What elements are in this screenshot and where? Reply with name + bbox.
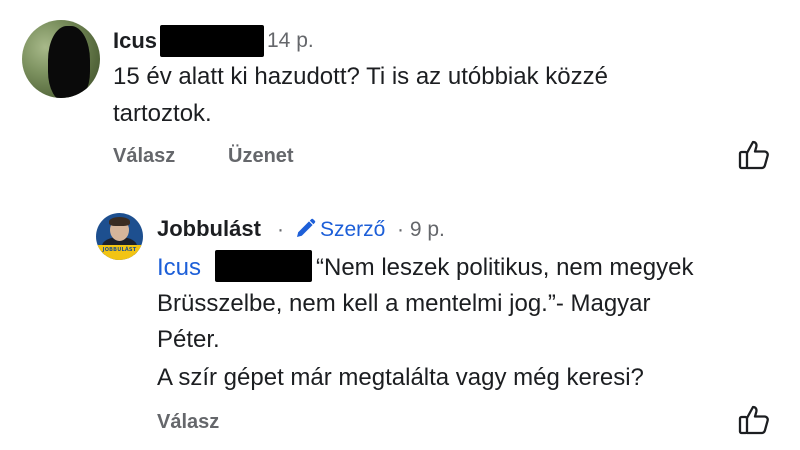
redacted-mention-surname bbox=[215, 250, 312, 282]
reply-button[interactable]: Válasz bbox=[113, 144, 175, 168]
reply-text-line-4: A szír gépet már megtalálta vagy még ker… bbox=[157, 364, 644, 391]
mention-link[interactable]: Icus bbox=[157, 250, 201, 285]
reply-reply-button[interactable]: Válasz bbox=[157, 410, 219, 434]
author-badge: Szerző bbox=[320, 218, 386, 241]
reply-separator: · bbox=[277, 218, 284, 241]
commenter-avatar[interactable] bbox=[22, 20, 100, 98]
comment-author-name[interactable]: Icus bbox=[113, 28, 157, 54]
comment-timestamp[interactable]: 14 p. bbox=[267, 28, 314, 54]
redacted-face bbox=[48, 26, 90, 98]
message-button[interactable]: Üzenet bbox=[228, 144, 294, 168]
reply-author-name[interactable]: Jobbulást bbox=[157, 216, 261, 242]
redacted-surname bbox=[160, 25, 264, 57]
reply-timestamp[interactable]: · 9 p. bbox=[397, 217, 445, 243]
like-icon[interactable] bbox=[737, 403, 771, 437]
reply-text-line-2: Brüsszelbe, nem kell a mentelmi jog.”- M… bbox=[157, 290, 651, 317]
comment-text-line-1: 15 év alatt ki hazudott? Ti is az utóbbi… bbox=[113, 63, 608, 90]
avatar-hair bbox=[109, 217, 130, 226]
reply-text-line-1: “Nem leszek politikus, nem megyek bbox=[316, 254, 694, 281]
pencil-icon bbox=[294, 218, 316, 240]
author-avatar[interactable]: JOBBULÁST bbox=[96, 213, 143, 260]
comment-text-line-2: tartoztok. bbox=[113, 100, 212, 127]
avatar-logo-text: JOBBULÁST bbox=[96, 245, 143, 260]
reply-text-line-3: Péter. bbox=[157, 326, 220, 353]
like-icon[interactable] bbox=[737, 138, 771, 172]
